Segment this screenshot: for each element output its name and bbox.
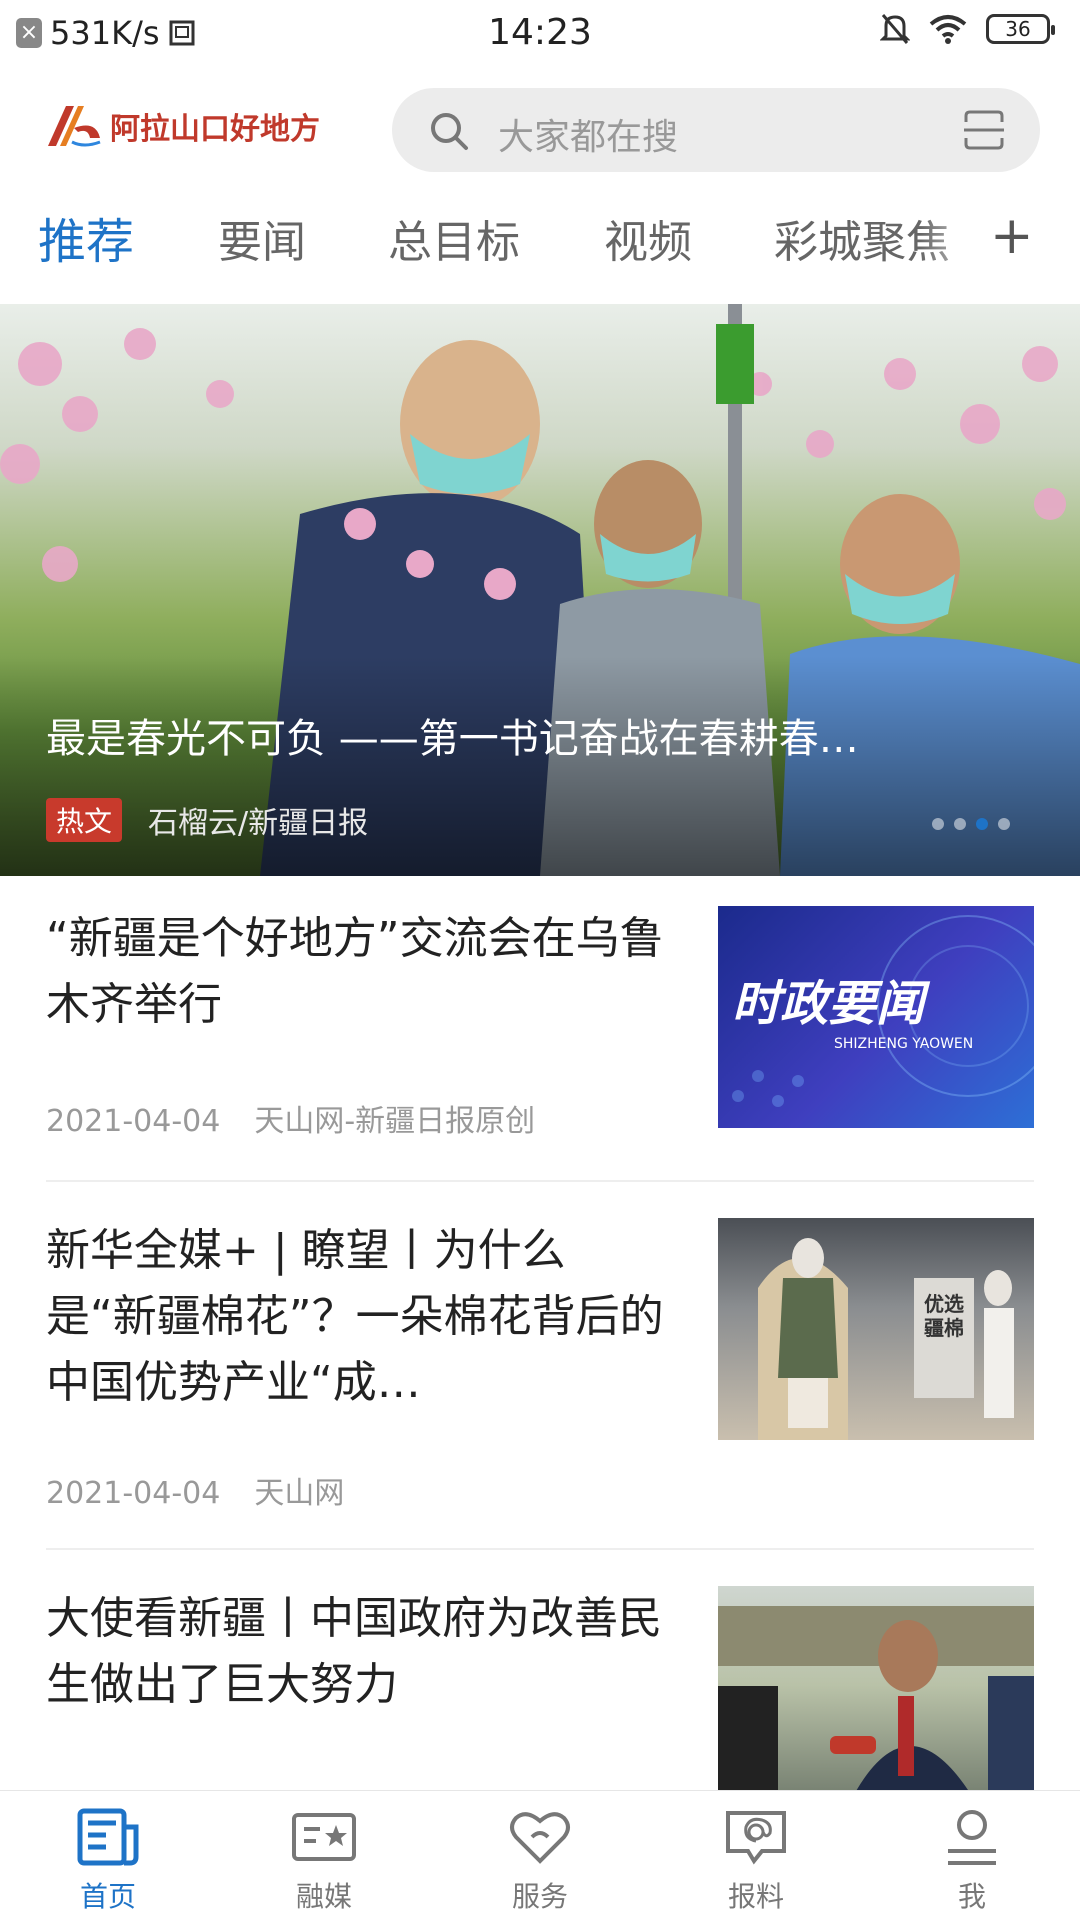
bottom-nav: 首页 融媒 服务 报料 我 xyxy=(0,1790,1080,1921)
media-card-icon xyxy=(292,1813,356,1861)
news-icon xyxy=(77,1808,139,1866)
carousel-dot xyxy=(998,818,1010,830)
nav-home[interactable]: 首页 xyxy=(0,1807,216,1915)
hero-title[interactable]: 最是春光不可负 ——第一书记奋战在春耕春… xyxy=(46,706,1026,764)
logo-mark-icon xyxy=(48,106,101,147)
heart-service-icon xyxy=(510,1812,570,1864)
carousel-dot xyxy=(932,818,944,830)
news-date: 2021-04-04 xyxy=(46,1104,221,1139)
wifi-icon xyxy=(929,15,967,44)
search-bar[interactable]: 大家都在搜 xyxy=(392,88,1040,172)
news-item[interactable]: 新华全媒+ | 瞭望丨为什么是“新疆棉花”？一朵棉花背后的中国优势产业“成… 2… xyxy=(46,1218,1034,1518)
news-source: 天山网 xyxy=(254,1476,345,1511)
tab-recommend[interactable]: 推荐 xyxy=(38,202,134,272)
app-name: 阿拉山口好地方 xyxy=(110,112,320,147)
nav-report[interactable]: 报料 xyxy=(648,1807,864,1915)
battery-indicator: 36 xyxy=(986,14,1055,44)
news-title[interactable]: 新华全媒+ | 瞭望丨为什么是“新疆棉花”？一朵棉花背后的中国优势产业“成… xyxy=(46,1218,666,1416)
divider xyxy=(46,1548,1034,1550)
hot-badge: 热文 xyxy=(46,798,123,842)
tab-main-goal[interactable]: 总目标 xyxy=(388,206,520,270)
tab-headlines[interactable]: 要闻 xyxy=(218,206,306,270)
scan-icon[interactable] xyxy=(962,108,1006,152)
hero-source: 石榴云/新疆日报 xyxy=(148,806,369,841)
carousel-dots xyxy=(932,818,1010,830)
news-thumbnail[interactable]: 优选疆棉 xyxy=(718,1218,1034,1440)
user-icon xyxy=(948,1810,996,1865)
status-bar: × 531K/s 14:23 36 xyxy=(0,0,1080,70)
mute-bell-icon xyxy=(880,14,910,44)
app-logo[interactable]: 阿拉山口好地方 xyxy=(44,102,320,150)
report-chat-icon xyxy=(726,1811,786,1865)
news-title[interactable]: 大使看新疆丨中国政府为改善民生做出了巨大努力 xyxy=(46,1586,666,1718)
thumb-subtitle: SHIZHENG YAOWEN xyxy=(834,1036,974,1052)
news-title[interactable]: “新疆是个好地方”交流会在乌鲁木齐举行 xyxy=(46,906,666,1038)
search-placeholder: 大家都在搜 xyxy=(498,117,679,158)
news-thumbnail[interactable]: 时政要闻 SHIZHENG YAOWEN xyxy=(718,906,1034,1128)
news-meta: 2021-04-04 天山网-新疆日报原创 xyxy=(46,1096,535,1140)
hero-carousel[interactable]: 最是春光不可负 ——第一书记奋战在春耕春… 热文 石榴云/新疆日报 xyxy=(0,304,1080,876)
news-item[interactable]: “新疆是个好地方”交流会在乌鲁木齐举行 2021-04-04 天山网-新疆日报原创… xyxy=(46,906,1034,1152)
news-date: 2021-04-04 xyxy=(46,1476,221,1511)
add-channel-icon[interactable]: + xyxy=(990,206,1034,266)
nav-media[interactable]: 融媒 xyxy=(216,1807,432,1915)
carousel-dot-active xyxy=(976,818,988,830)
carousel-dot xyxy=(954,818,966,830)
top-bar: 阿拉山口好地方 大家都在搜 xyxy=(0,80,1080,180)
tab-video[interactable]: 视频 xyxy=(604,206,692,270)
channel-tabs: 推荐 要闻 总目标 视频 彩城聚焦 + xyxy=(0,206,1080,278)
nav-me[interactable]: 我 xyxy=(864,1807,1080,1915)
thumb-sign: 优选疆棉 xyxy=(924,1292,964,1340)
nav-service[interactable]: 服务 xyxy=(432,1807,648,1915)
news-meta: 2021-04-04 天山网 xyxy=(46,1468,344,1512)
news-source: 天山网-新疆日报原创 xyxy=(254,1104,536,1139)
thumb-title: 时政要闻 xyxy=(732,976,925,1032)
search-icon xyxy=(431,113,468,150)
news-item[interactable]: 大使看新疆丨中国政府为改善民生做出了巨大努力 xyxy=(46,1586,1034,1790)
divider xyxy=(46,1180,1034,1182)
news-thumbnail[interactable] xyxy=(718,1586,1034,1790)
